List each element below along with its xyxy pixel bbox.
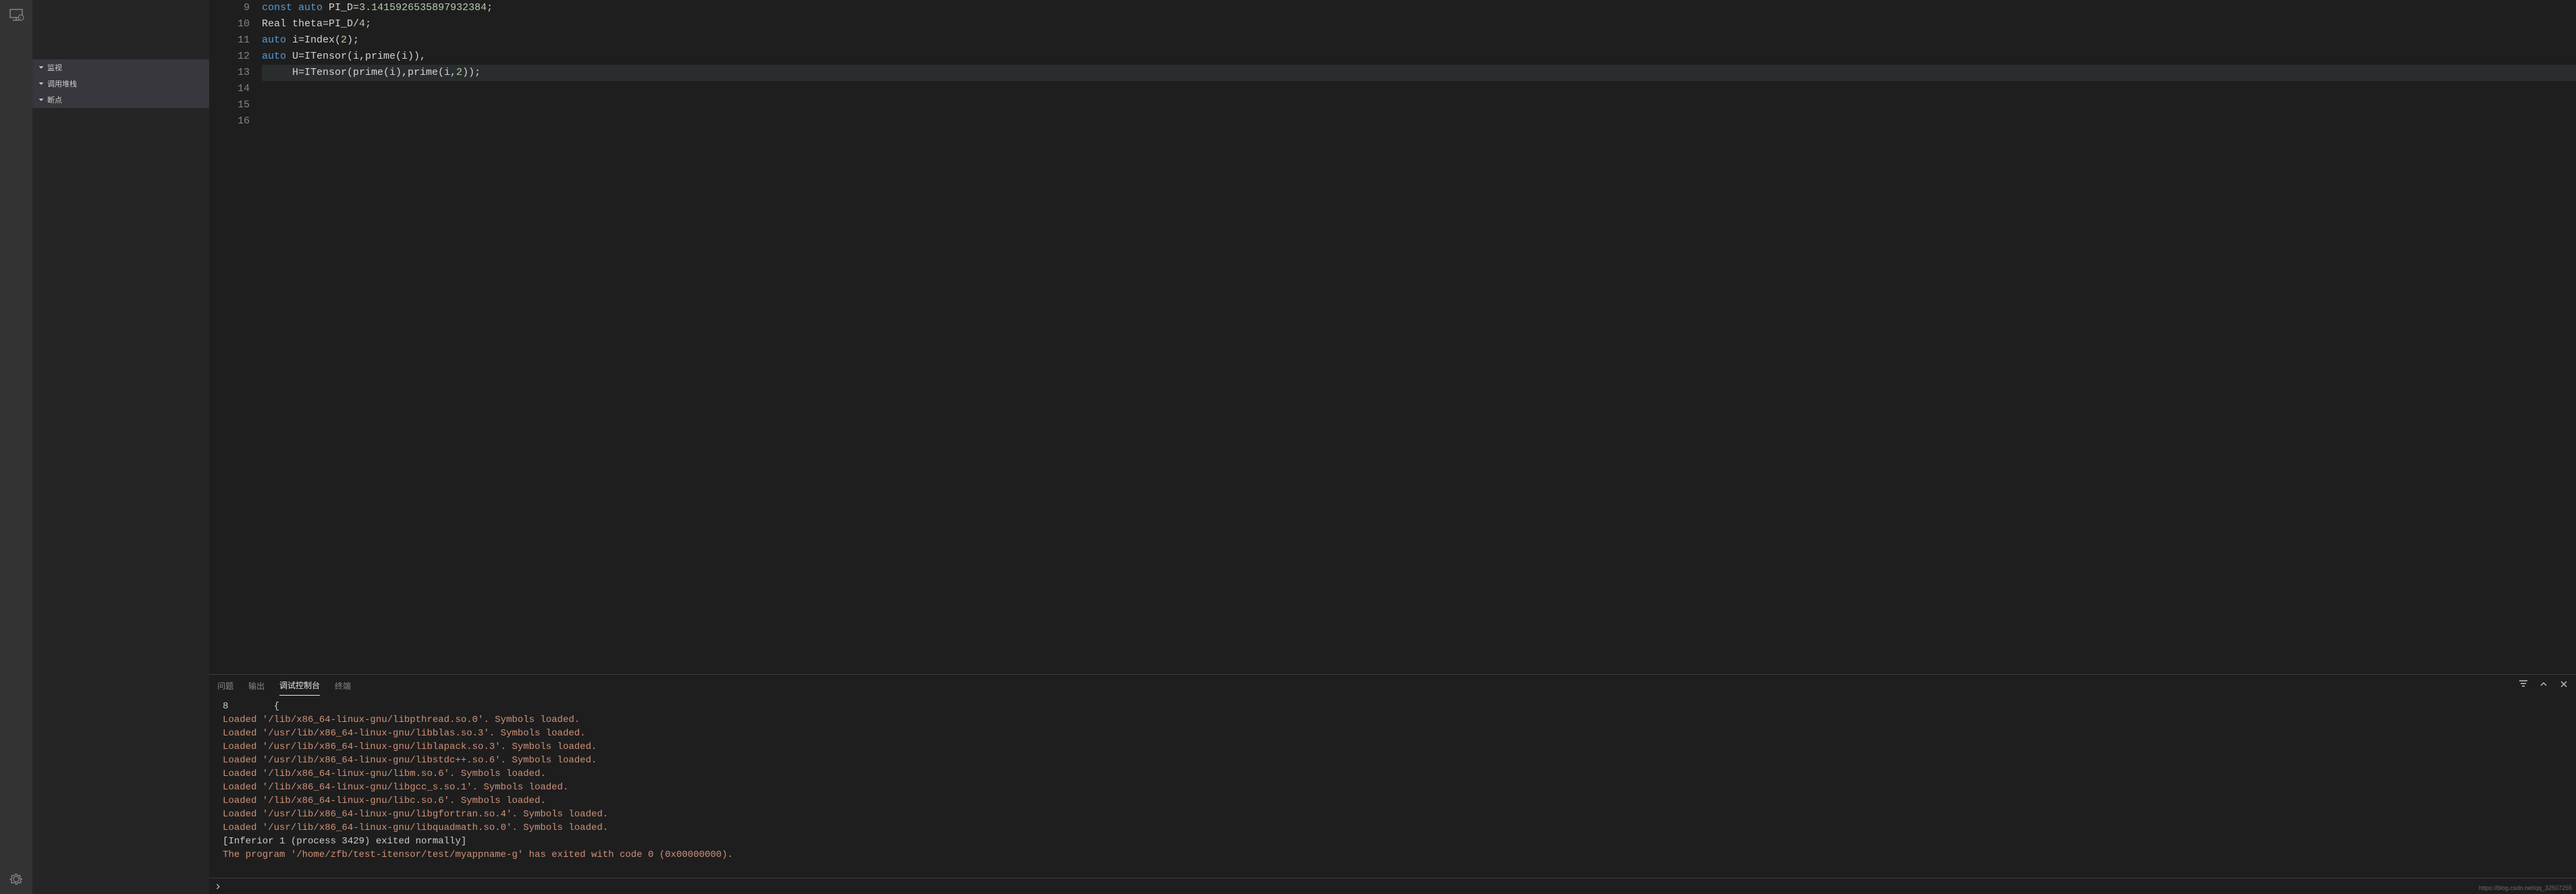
- code-line[interactable]: const auto PI_D=3.1415926535897932384;: [262, 0, 2576, 16]
- console-line: Loaded '/lib/x86_64-linux-gnu/libgcc_s.s…: [223, 781, 2563, 794]
- editor-code[interactable]: const auto PI_D=3.1415926535897932384;Re…: [262, 0, 2576, 674]
- remote-icon[interactable]: [8, 7, 24, 23]
- tab-terminal[interactable]: 终端: [335, 676, 351, 696]
- panel-actions: [2518, 679, 2569, 690]
- debug-console-input[interactable]: [209, 878, 2576, 894]
- code-line[interactable]: Real theta=PI_D/4;: [262, 16, 2576, 32]
- line-number: 12: [209, 49, 250, 65]
- console-line: Loaded '/usr/lib/x86_64-linux-gnu/libbla…: [223, 727, 2563, 740]
- line-number: 14: [209, 81, 250, 97]
- console-line: The program '/home/zfb/test-itensor/test…: [223, 848, 2563, 862]
- debug-console-output[interactable]: 8 {Loaded '/lib/x86_64-linux-gnu/libpthr…: [209, 697, 2576, 878]
- console-line: [Inferior 1 (process 3429) exited normal…: [223, 835, 2563, 848]
- panel-tabs: 问题输出调试控制台终端: [209, 675, 2576, 697]
- tab-debug[interactable]: 调试控制台: [279, 675, 320, 696]
- code-line[interactable]: auto i=Index(2);: [262, 32, 2576, 49]
- chevron-down-icon: [36, 95, 46, 105]
- chevron-up-icon[interactable]: [2538, 679, 2549, 690]
- line-number: 11: [209, 32, 250, 49]
- tab-output[interactable]: 输出: [248, 676, 265, 696]
- code-line[interactable]: H=ITensor(prime(i),prime(i,2));: [262, 65, 2576, 81]
- sidebar-section-breakpoints[interactable]: 断点: [32, 92, 209, 108]
- sidebar-section-label: 断点: [47, 94, 62, 105]
- debug-sidebar: 监视 调用堆栈 断点: [32, 0, 209, 894]
- tab-problems[interactable]: 问题: [217, 676, 234, 696]
- console-line: Loaded '/lib/x86_64-linux-gnu/libc.so.6'…: [223, 794, 2563, 808]
- watermark: https://blog.csdn.net/qq_32507255: [2479, 885, 2572, 891]
- code-line[interactable]: auto U=ITensor(i,prime(i)),: [262, 49, 2576, 65]
- console-line: Loaded '/lib/x86_64-linux-gnu/libpthread…: [223, 713, 2563, 727]
- activity-bar: [0, 0, 32, 894]
- console-line: Loaded '/usr/lib/x86_64-linux-gnu/liblap…: [223, 740, 2563, 754]
- chevron-down-icon: [36, 79, 46, 88]
- line-number: 15: [209, 97, 250, 113]
- bottom-panel: 问题输出调试控制台终端 8 {Loaded '/lib/x86_64-linux…: [209, 674, 2576, 894]
- editor-gutter: 910111213141516: [209, 0, 262, 674]
- sidebar-section-watch[interactable]: 监视: [32, 59, 209, 76]
- main-area: 910111213141516 const auto PI_D=3.141592…: [209, 0, 2576, 894]
- gear-icon[interactable]: [8, 871, 24, 887]
- console-line: Loaded '/usr/lib/x86_64-linux-gnu/libgfo…: [223, 808, 2563, 821]
- line-number: 9: [209, 0, 250, 16]
- sidebar-section-label: 调用堆栈: [47, 78, 77, 89]
- line-number: 10: [209, 16, 250, 32]
- sidebar-top-spacer: [32, 0, 209, 59]
- console-line: Loaded '/lib/x86_64-linux-gnu/libm.so.6'…: [223, 767, 2563, 781]
- sidebar-section-callstack[interactable]: 调用堆栈: [32, 76, 209, 92]
- line-number: 13: [209, 65, 250, 81]
- line-number: 16: [209, 113, 250, 130]
- code-editor[interactable]: 910111213141516 const auto PI_D=3.141592…: [209, 0, 2576, 674]
- sidebar-section-label: 监视: [47, 62, 62, 73]
- console-line: Loaded '/usr/lib/x86_64-linux-gnu/libqua…: [223, 821, 2563, 835]
- chevron-down-icon: [36, 63, 46, 72]
- console-line: 8 {: [223, 700, 2563, 713]
- close-icon[interactable]: [2558, 679, 2569, 690]
- console-line: Loaded '/usr/lib/x86_64-linux-gnu/libstd…: [223, 754, 2563, 767]
- chevron-right-icon: [213, 882, 223, 891]
- filter-icon[interactable]: [2518, 679, 2529, 690]
